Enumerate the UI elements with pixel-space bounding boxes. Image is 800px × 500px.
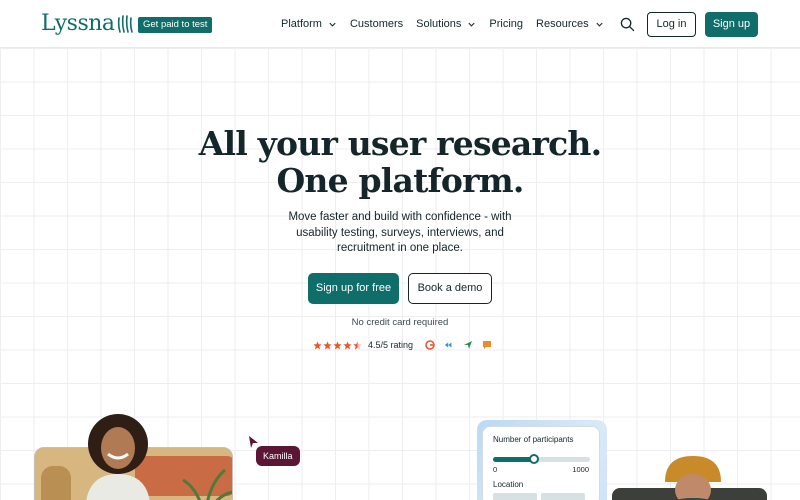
participant-avatar: [665, 456, 721, 500]
star-icon: [313, 340, 322, 349]
location-chip[interactable]: [493, 493, 537, 500]
plant-icon: [182, 468, 232, 500]
hero-title-line2: One platform.: [276, 161, 524, 200]
cursor-name-tag: Kamilla: [256, 446, 300, 466]
chevron-down-icon: [596, 22, 603, 27]
hero-title-line1: All your user research.: [198, 124, 602, 163]
participants-label: Number of participants: [493, 435, 574, 444]
nav-label: Resources: [536, 18, 589, 30]
nav-customers[interactable]: Customers: [350, 18, 403, 30]
slider-min-value: 0: [493, 465, 498, 474]
star-rating: [313, 340, 363, 350]
nav-label: Pricing: [489, 18, 524, 30]
half-star-icon: [353, 340, 362, 349]
nav-label: Customers: [349, 18, 404, 30]
rating-row: 4.5/5 rating: [313, 339, 501, 351]
participant-avatar: [86, 414, 150, 500]
capterra-icon[interactable]: [444, 340, 454, 350]
location-label: Location: [493, 480, 524, 489]
nav-solutions[interactable]: Solutions: [416, 18, 476, 30]
logo-mark-icon: [117, 14, 133, 33]
nav-resources[interactable]: Resources: [536, 18, 604, 30]
participants-slider[interactable]: [493, 454, 590, 464]
participants-panel: Number of participants 0 1000 Location: [482, 426, 600, 500]
slider-max-value: 1000: [572, 465, 589, 474]
hero-title: All your user research. One platform.: [0, 125, 800, 199]
software-advice-icon[interactable]: [482, 340, 492, 350]
chevron-down-icon: [329, 22, 336, 27]
no-credit-card-note: No credit card required: [351, 317, 449, 328]
star-icon: [333, 340, 342, 349]
nav-platform[interactable]: Platform: [281, 18, 337, 30]
nav-label: Platform: [281, 18, 322, 30]
signup-button[interactable]: Sign up: [705, 12, 758, 37]
site-header: Lyssna Get paid to test Platform Custome…: [0, 0, 800, 48]
g2-icon[interactable]: [425, 340, 435, 350]
search-icon[interactable]: [620, 17, 635, 32]
slider-thumb[interactable]: [528, 454, 539, 464]
logo-text: Lyssna: [41, 11, 115, 36]
hero-subtitle: Move faster and build with confidence - …: [288, 211, 512, 254]
nav-pricing[interactable]: Pricing: [489, 18, 523, 30]
lyssna-logo[interactable]: Lyssna: [41, 11, 135, 36]
login-button[interactable]: Log in: [647, 12, 696, 37]
slider-fill: [493, 457, 534, 462]
location-chip[interactable]: [541, 493, 585, 500]
signup-free-button[interactable]: Sign up for free: [308, 273, 399, 304]
book-demo-button[interactable]: Book a demo: [408, 273, 492, 304]
nav-label: Solutions: [416, 18, 462, 30]
rating-text: 4.5/5 rating: [368, 340, 414, 350]
getapp-icon[interactable]: [463, 340, 473, 350]
star-icon: [323, 340, 332, 349]
vase-shape: [41, 466, 71, 500]
get-paid-badge[interactable]: Get paid to test: [138, 17, 213, 33]
chevron-down-icon: [468, 22, 476, 27]
star-icon: [343, 340, 352, 349]
main-nav: Platform Customers Solutions Pricing Res…: [281, 0, 617, 48]
